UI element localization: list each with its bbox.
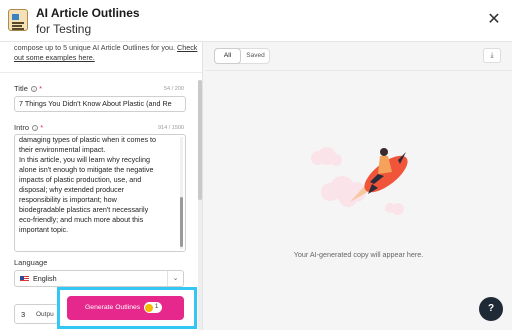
panel-scrollbar[interactable] <box>198 80 202 330</box>
outputs-value: 3 <box>21 310 26 319</box>
outputs-stepper[interactable]: 3 Outpu <box>14 304 58 324</box>
chevron-down-icon[interactable]: ⌄ <box>167 271 183 286</box>
textarea-scroll-thumb[interactable] <box>180 197 183 247</box>
description-text: compose up to 5 unique AI Article Outlin… <box>14 43 176 52</box>
title-label: Title i * <box>14 84 42 93</box>
header: AI Article Outlines for Testing ✕ <box>0 0 512 42</box>
credit-count: 1 <box>155 304 159 310</box>
rocket-illustration <box>311 147 408 215</box>
language-value: English <box>33 274 57 283</box>
output-tabs: All Saved <box>214 48 270 64</box>
generate-outlines-button[interactable]: Generate Outlines 1 <box>67 296 184 320</box>
scrollbar-thumb[interactable] <box>198 80 202 200</box>
app-logo-icon <box>8 9 28 31</box>
coin-icon <box>145 303 153 312</box>
intro-label: Intro i * <box>14 123 43 132</box>
title-counter: 54 / 200 <box>164 86 184 92</box>
divider <box>0 72 202 73</box>
credit-badge: 1 <box>144 302 162 313</box>
language-select[interactable]: English ⌄ <box>14 270 184 287</box>
app-title: AI Article Outlines <box>36 6 140 20</box>
intro-counter: 914 / 1500 <box>158 125 184 131</box>
tab-saved[interactable]: Saved <box>242 49 269 63</box>
intro-label-text: Intro <box>14 123 30 132</box>
required-mark: * <box>40 123 44 132</box>
help-button[interactable]: ? <box>479 297 503 321</box>
intro-text: damaging types of plastic when it comes … <box>19 135 157 234</box>
required-mark: * <box>39 84 42 93</box>
close-icon[interactable]: ✕ <box>486 12 502 28</box>
language-label: Language <box>14 258 48 267</box>
intro-textarea[interactable]: damaging types of plastic when it comes … <box>14 134 186 252</box>
info-icon: i <box>30 85 37 92</box>
app-subtitle: for Testing <box>36 22 92 36</box>
generate-label: Generate Outlines <box>85 304 141 311</box>
title-input[interactable]: 7 Things You Didn't Know About Plastic (… <box>14 96 186 112</box>
outputs-label: Outpu <box>36 311 54 318</box>
info-icon: i <box>32 124 39 131</box>
download-icon[interactable]: ⤓ <box>483 48 501 63</box>
tool-description: compose up to 5 unique AI Article Outlin… <box>14 43 200 63</box>
us-flag-icon <box>20 276 29 282</box>
divider <box>205 70 512 71</box>
title-label-text: Title <box>14 84 28 93</box>
empty-state-message: Your AI-generated copy will appear here. <box>293 250 424 259</box>
tab-all[interactable]: All <box>215 49 240 63</box>
textarea-scrollbar[interactable] <box>180 137 183 249</box>
app-window: AI Article Outlines for Testing ✕ compos… <box>0 0 512 330</box>
